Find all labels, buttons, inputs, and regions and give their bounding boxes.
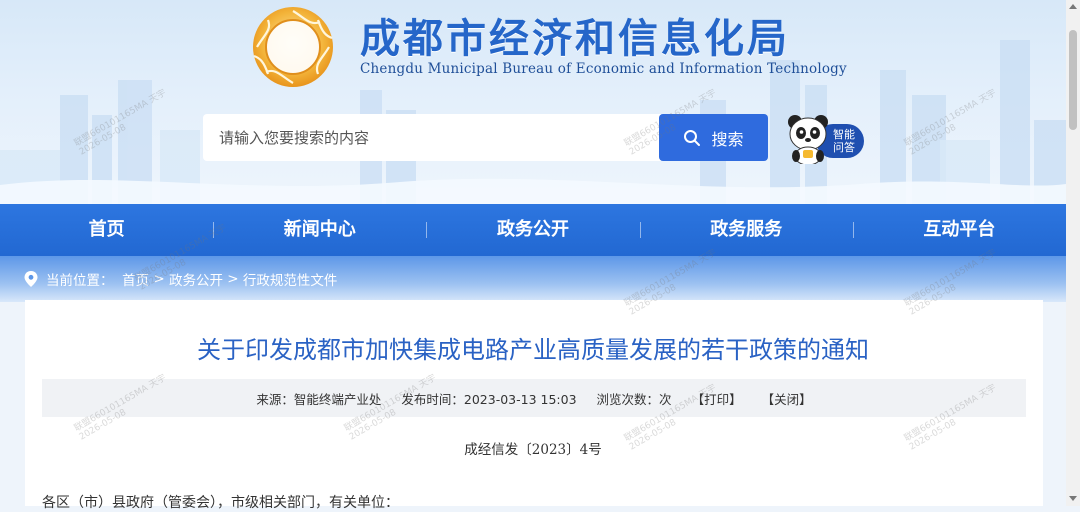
nav-item-government-affairs[interactable]: 政务公开 xyxy=(426,204,639,256)
bureau-logo xyxy=(253,7,333,87)
main-nav: 首页 新闻中心 政务公开 政务服务 互动平台 xyxy=(0,204,1066,256)
print-link[interactable]: 【打印】 xyxy=(692,389,742,408)
nav-item-news-center[interactable]: 新闻中心 xyxy=(213,204,426,256)
search-icon xyxy=(684,129,701,146)
breadcrumb-separator: > xyxy=(153,271,165,287)
location-pin-icon xyxy=(24,271,38,287)
scrollbar-thumb[interactable] xyxy=(1069,30,1077,130)
close-link[interactable]: 【关闭】 xyxy=(762,389,812,408)
article-addressee: 各区（市）县政府（管委会），市级相关部门，有关单位： xyxy=(42,495,399,511)
breadcrumb-item-home[interactable]: 首页 xyxy=(122,269,149,289)
scroll-down-arrow-icon[interactable] xyxy=(1069,496,1077,501)
article-source: 来源：智能终端产业处 xyxy=(256,391,382,407)
search-button-label: 搜索 xyxy=(711,129,744,149)
scroll-up-arrow-icon[interactable] xyxy=(1069,4,1077,9)
article-view-count: 浏览次数：次 xyxy=(596,391,672,407)
breadcrumb-prefix: 当前位置： xyxy=(46,273,114,289)
search-input[interactable] xyxy=(203,114,661,161)
nav-item-home[interactable]: 首页 xyxy=(0,204,213,256)
site-title: 成都市经济和信息化局 xyxy=(360,16,790,62)
article-title: 关于印发成都市加快集成电路产业高质量发展的若干政策的通知 xyxy=(197,336,869,364)
article-meta-bar: 来源：智能终端产业处 发布时间：2023-03-13 15:03 浏览次数：次 … xyxy=(42,379,1026,417)
page-scrollbar[interactable] xyxy=(1066,0,1080,506)
panda-mascot-icon xyxy=(788,115,828,164)
site-subtitle: Chengdu Municipal Bureau of Economic and… xyxy=(360,61,847,77)
site-header: 成都市经济和信息化局 Chengdu Municipal Bureau of E… xyxy=(0,0,1066,204)
smart-qa-line2: 问答 xyxy=(833,141,855,154)
breadcrumb-item-normative-documents[interactable]: 行政规范性文件 xyxy=(243,269,338,289)
smart-qa-line1: 智能 xyxy=(833,128,855,141)
article-publish-time: 发布时间：2023-03-13 15:03 xyxy=(401,391,577,407)
breadcrumb-separator: > xyxy=(227,271,239,287)
document-number: 成经信发〔2023〕4号 xyxy=(464,442,602,458)
nav-item-interaction-platform[interactable]: 互动平台 xyxy=(852,204,1066,256)
breadcrumb-item-government-affairs[interactable]: 政务公开 xyxy=(169,269,223,289)
search-button[interactable]: 搜索 xyxy=(659,114,768,161)
smart-qa-button[interactable]: 智能 问答 xyxy=(786,112,866,164)
nav-item-government-services[interactable]: 政务服务 xyxy=(639,204,853,256)
breadcrumb: 当前位置： 首页 > 政务公开 > 行政规范性文件 xyxy=(0,256,1066,302)
